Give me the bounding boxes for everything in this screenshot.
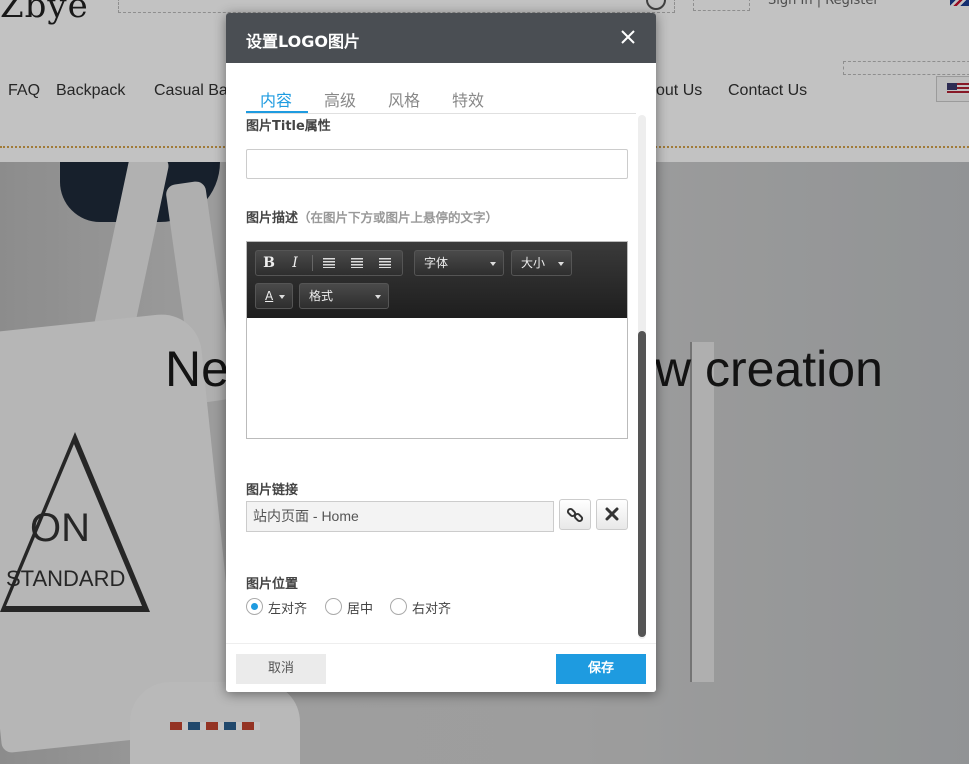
toolbar-separator xyxy=(312,255,313,271)
dialog-content: 图片Title属性 图片描述（在图片下方或图片上悬停的文字） B I 字体 大小… xyxy=(226,113,656,643)
link-field[interactable]: 站内页面 - Home xyxy=(246,501,554,532)
font-dropdown[interactable]: 字体 xyxy=(414,250,504,276)
tab-content[interactable]: 内容 xyxy=(260,87,292,111)
desc-hint: （在图片下方或图片上悬停的文字） xyxy=(298,210,499,225)
align-right-icon xyxy=(379,258,391,268)
save-button[interactable]: 保存 xyxy=(556,654,646,684)
dialog-header[interactable]: 设置LOGO图片 xyxy=(226,13,656,63)
dialog-footer: 取消 保存 xyxy=(226,643,656,692)
chevron-down-icon xyxy=(279,295,285,299)
align-left-icon xyxy=(323,258,335,268)
select-link-button[interactable] xyxy=(559,499,591,530)
radio-label: 居中 xyxy=(347,602,374,617)
chevron-down-icon xyxy=(375,295,381,299)
link-label: 图片链接 xyxy=(246,483,299,498)
dialog-title: 设置LOGO图片 xyxy=(246,32,360,51)
scrollbar-thumb[interactable] xyxy=(638,331,646,637)
clear-link-button[interactable] xyxy=(596,499,628,530)
position-label: 图片位置 xyxy=(246,577,299,592)
text-color-icon: A xyxy=(265,289,274,303)
close-icon[interactable] xyxy=(616,25,640,49)
dialog-tabs: 内容 高级 风格 特效 xyxy=(246,83,636,114)
text-color-button[interactable]: A xyxy=(255,283,293,309)
radio-label: 左对齐 xyxy=(268,602,308,617)
link-icon xyxy=(566,507,584,523)
dialog-scrollbar[interactable] xyxy=(638,115,646,639)
radio-label: 右对齐 xyxy=(412,602,452,617)
format-dropdown[interactable]: 格式 xyxy=(299,283,389,309)
align-right-button[interactable] xyxy=(374,251,396,275)
chevron-down-icon xyxy=(490,262,496,266)
align-center-icon xyxy=(351,258,363,268)
chevron-down-icon xyxy=(558,262,564,266)
logo-image-dialog: 设置LOGO图片 内容 高级 风格 特效 图片Title属性 图片描述（在图片下… xyxy=(226,13,656,692)
bold-button[interactable]: B xyxy=(258,251,280,275)
italic-button[interactable]: I xyxy=(284,251,306,275)
editor-toolbar: B I 字体 大小 A 格式 xyxy=(247,242,627,318)
size-dropdown[interactable]: 大小 xyxy=(511,250,572,276)
editor-text-area[interactable] xyxy=(247,318,627,438)
clear-icon xyxy=(605,507,619,521)
tab-effects[interactable]: 特效 xyxy=(452,87,484,111)
radio-circle xyxy=(390,598,407,615)
cancel-button[interactable]: 取消 xyxy=(236,654,326,684)
tab-style[interactable]: 风格 xyxy=(388,87,420,111)
radio-circle xyxy=(325,598,342,615)
radio-circle xyxy=(246,598,263,615)
close-icon-svg xyxy=(621,30,635,44)
align-center-button[interactable] xyxy=(346,251,368,275)
title-attr-label: 图片Title属性 xyxy=(246,119,331,134)
tab-advanced[interactable]: 高级 xyxy=(324,87,356,111)
format-dropdown-label: 格式 xyxy=(309,289,334,303)
desc-label-text: 图片描述 xyxy=(246,211,299,226)
title-attr-input[interactable] xyxy=(246,149,628,179)
align-left-button[interactable] xyxy=(318,251,340,275)
desc-label: 图片描述（在图片下方或图片上悬停的文字） xyxy=(246,207,498,226)
rich-text-editor: B I 字体 大小 A 格式 xyxy=(246,241,628,439)
font-dropdown-label: 字体 xyxy=(424,256,449,270)
size-dropdown-label: 大小 xyxy=(521,256,546,270)
format-button-group: B I xyxy=(255,250,403,276)
